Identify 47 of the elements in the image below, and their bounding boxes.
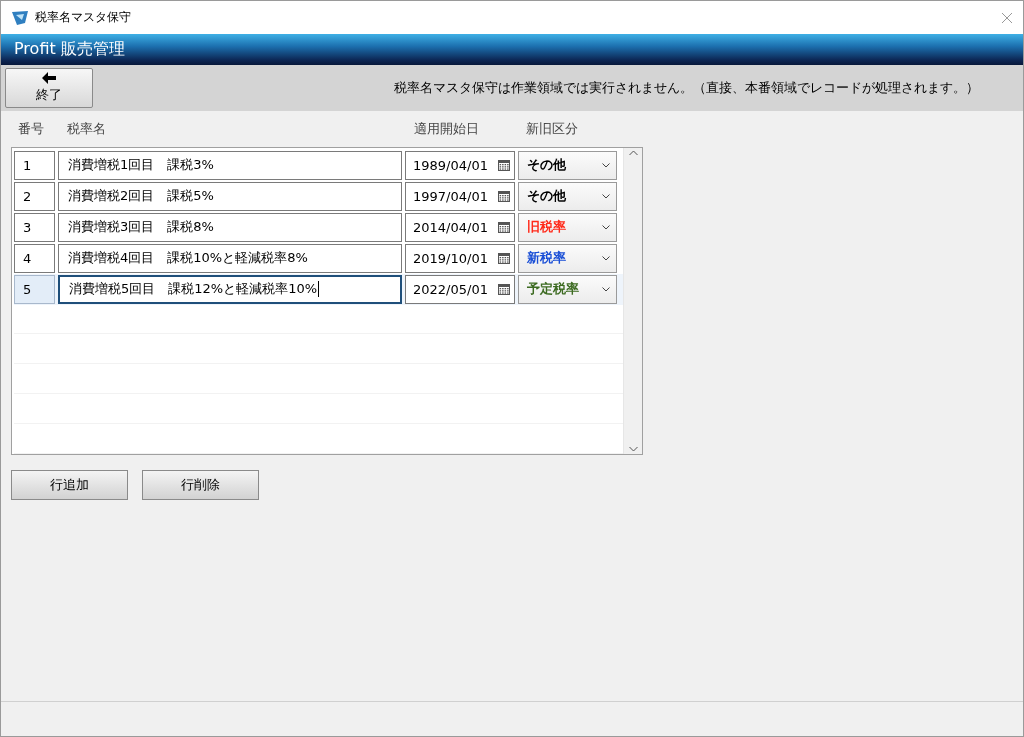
calendar-icon[interactable] (498, 221, 510, 233)
tax-name-field[interactable]: 消費増税1回目 課税3% (58, 151, 402, 180)
tax-name-field[interactable]: 消費増税2回目 課税5% (58, 181, 402, 211)
start-date-field[interactable]: 2022/05/01 (405, 274, 515, 304)
column-header: 適用開始日 (413, 120, 480, 138)
row-action-button[interactable]: 行追加 (11, 470, 128, 500)
grid-row[interactable]: 5 消費増税5回目 課税12%と軽減税率10% 2022/05/01 予定税率 (14, 273, 623, 305)
chevron-down-icon (602, 162, 610, 168)
number-cell: 4 (14, 243, 55, 273)
number-cell: 2 (14, 181, 55, 211)
chevron-down-icon (602, 224, 610, 230)
app-logo-icon (11, 9, 29, 26)
start-date-field[interactable]: 2014/04/01 (405, 212, 515, 242)
row-action-button[interactable]: 行削除 (142, 470, 259, 500)
start-date-field[interactable]: 1997/04/01 (405, 181, 515, 211)
tax-name-field[interactable]: 消費増税4回目 課税10%と軽減税率8% (58, 243, 402, 273)
tax-name-field[interactable]: 消費増税3回目 課税8% (58, 212, 402, 242)
left-arrow-icon (42, 72, 56, 84)
close-icon[interactable] (1001, 11, 1013, 24)
app-title: Profit 販売管理 (14, 39, 125, 60)
number-cell: 3 (14, 212, 55, 242)
chevron-down-icon (602, 193, 610, 199)
number-cell: 5 (14, 274, 55, 304)
calendar-icon[interactable] (498, 283, 510, 295)
chevron-down-icon (602, 255, 610, 261)
category-dropdown[interactable]: その他 (518, 181, 617, 211)
notice-message: 税率名マスタ保守は作業領域では実行されません。（直接、本番領域でレコードが処理されます。） (393, 79, 980, 97)
number-cell: 1 (14, 151, 55, 180)
category-dropdown[interactable]: その他 (518, 151, 617, 180)
calendar-icon[interactable] (498, 190, 510, 202)
start-date-field[interactable]: 1989/04/01 (405, 151, 515, 180)
grid-row[interactable]: 4 消費増税4回目 課税10%と軽減税率8% 2019/10/01 新税率 (14, 242, 623, 274)
calendar-icon[interactable] (498, 159, 510, 171)
start-date-field[interactable]: 2019/10/01 (405, 243, 515, 273)
grid-row[interactable]: 2 消費増税2回目 課税5% 1997/04/01 その他 (14, 180, 623, 212)
column-header: 新旧区分 (525, 120, 579, 138)
tax-name-field[interactable]: 消費増税5回目 課税12%と軽減税率10% (58, 274, 402, 304)
grid-row[interactable]: 3 消費増税3回目 課税8% 2014/04/01 旧税率 (14, 211, 623, 243)
calendar-icon[interactable] (498, 252, 510, 264)
column-header: 税率名 (66, 120, 107, 138)
category-dropdown[interactable]: 新税率 (518, 243, 617, 273)
exit-button[interactable]: 終了 (5, 68, 93, 108)
column-header: 番号 (17, 120, 45, 138)
chevron-down-icon (602, 286, 610, 292)
grid-row[interactable]: 1 消費増税1回目 課税3% 1989/04/01 その他 (14, 150, 623, 181)
category-dropdown[interactable]: 予定税率 (518, 274, 617, 304)
window-title: 税率名マスタ保守 (35, 9, 132, 26)
